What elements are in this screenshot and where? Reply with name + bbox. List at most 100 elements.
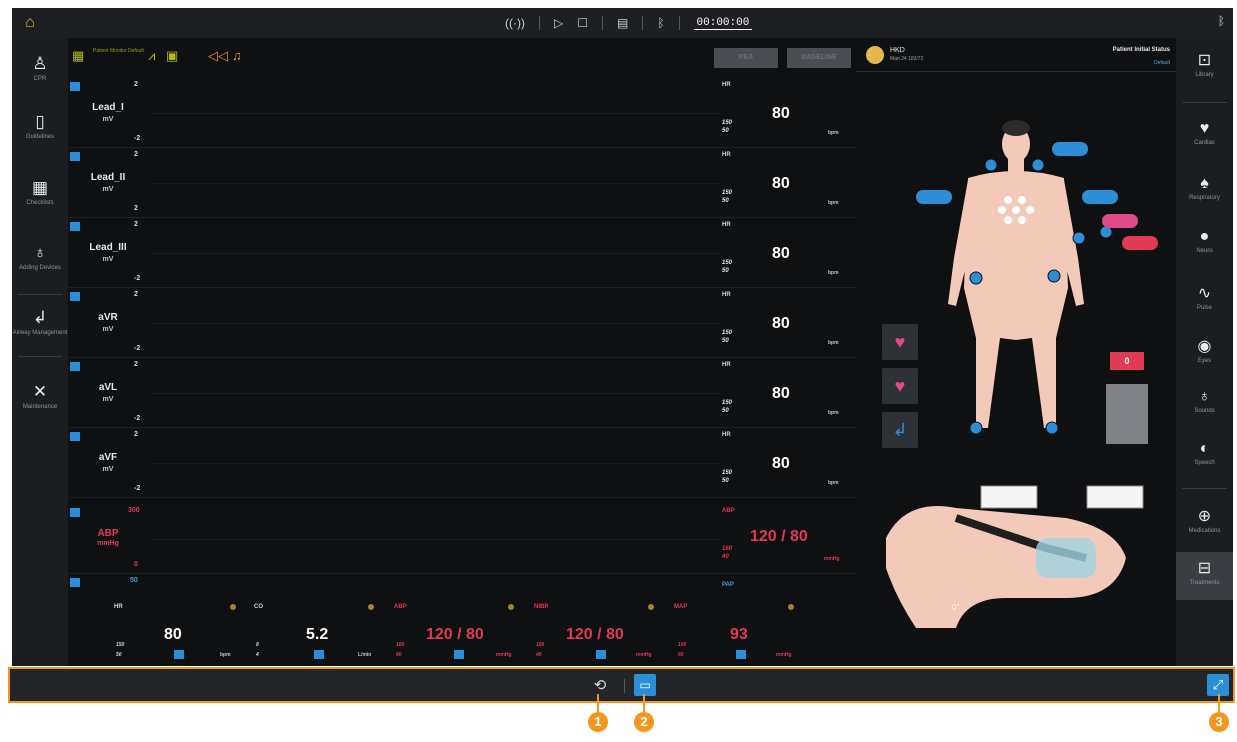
sidebar-item-adding-devices[interactable]: ♁ Adding Devices [12,243,68,272]
lane-settings-button[interactable] [70,578,80,587]
scale-top: 2 [134,291,138,298]
alarm-audio-icon[interactable]: ◁◁ [208,48,228,64]
body-figure[interactable] [856,108,1176,538]
session-timer: 00:00:00 [693,17,753,30]
lane-settings-button[interactable] [70,82,80,91]
lane-settings-button[interactable] [70,362,80,371]
param-settings-button[interactable] [314,650,324,659]
layout-icon[interactable]: ▦ [72,48,84,64]
param-label: HR [722,152,731,158]
sidebar-item-label: Airway Management [12,330,68,336]
speech-icon: ◐ [1199,440,1210,457]
expand-icon[interactable]: ⤢ [1207,674,1229,696]
numeric-icon[interactable]: ▣ [166,48,178,64]
ecg-lane: 2 aVR mV -2 HR 80 150 50 bpm [68,288,856,358]
param-value[interactable]: 120 / 80 [750,528,808,546]
lungs-icon: ♠ [1200,175,1209,192]
lane-name: Lead_I [92,102,124,113]
home-icon[interactable]: ⌂ [20,13,40,33]
param-value[interactable]: 80 [772,315,790,333]
bluetooth-icon[interactable]: ᛒ [657,16,664,30]
param-co[interactable]: CO 8 4 5.2 L/min [248,600,388,666]
cardiac-arrest-button[interactable]: ♥ [882,368,918,404]
bluetooth-status-icon: ᛒ [1217,14,1225,28]
save-icon[interactable]: ▤ [617,16,628,30]
param-value[interactable]: 80 [772,455,790,473]
message-icon[interactable]: ▭ [634,674,656,696]
sidebar-item-cardiac[interactable]: ♥ Cardiac [1176,120,1233,147]
stop-icon[interactable]: ☐ [577,16,588,30]
airway-tool-button[interactable]: ↲ [882,412,918,448]
sidebar-item-medications[interactable]: ⊕ Medications [1176,508,1233,535]
sidebar-item-treatments[interactable]: ⊟ Treatments [1176,552,1233,600]
waveform-baseline [150,113,720,114]
waveform-baseline [150,323,720,324]
waveform-baseline [150,393,720,394]
lane-settings-button[interactable] [70,292,80,301]
param-nibp[interactable]: NIBP 160 40 120 / 80 mmHg [528,600,668,666]
param-settings-button[interactable] [736,650,746,659]
signal-icon[interactable]: ((·)) [505,16,525,30]
patient-status-value[interactable]: Default [1154,60,1170,66]
sidebar-item-sounds[interactable]: ♁ Sounds [1176,388,1233,415]
param-map[interactable]: MAP 100 60 93 mmHg [668,600,808,666]
alarm-high: 150 [116,642,125,648]
sidebar-item-pulse[interactable]: ∿ Pulse [1176,285,1233,312]
sidebar-item-airway[interactable]: ↲ Airway Management [12,308,68,337]
param-value[interactable]: 80 [772,105,790,123]
alarm-high: 150 [722,330,733,336]
cpr-icon: ♙ [32,54,48,73]
lane-settings-button[interactable] [70,432,80,441]
param-settings-button[interactable] [596,650,606,659]
param-value[interactable]: 80 [772,245,790,263]
param-settings-button[interactable] [454,650,464,659]
sidebar-item-label: Respiratory [1189,195,1220,201]
waveform-baseline [150,253,720,254]
param-label: HR [722,362,731,368]
waveform-icon[interactable]: ⩘ [148,48,155,64]
sidebar-item-label: Treatments [1189,580,1220,586]
divider [601,16,603,30]
param-abp[interactable]: ABP 160 40 120 / 80 mmHg [388,600,528,666]
sidebar-item-label: Eyes [1197,358,1212,364]
sidebar-item-guidelines[interactable]: ▯ Guidelines [12,112,68,141]
alarm-high: 150 [722,400,733,406]
param-unit: bpm [828,200,839,206]
param-label: ABP [722,508,735,514]
lane-settings-button[interactable] [70,222,80,231]
sidebar-item-maintenance[interactable]: ✕ Maintenance [12,382,68,411]
param-value[interactable]: 80 [772,175,790,193]
param-hr[interactable]: HR 150 50 80 bpm [108,600,248,666]
sidebar-item-cpr[interactable]: ♙ CPR [12,54,68,83]
play-icon[interactable]: ▷ [554,16,563,30]
sidebar-divider [18,294,62,295]
sidebar-item-label: Guidelines [25,134,55,140]
sidebar-item-neuro[interactable]: ● Neuro [1176,228,1233,255]
history-icon[interactable]: ⟲ [590,676,610,696]
defibrillation-button[interactable]: ♥ [882,324,918,360]
sidebar-item-checklists[interactable]: ▦ Checklists [12,178,68,207]
param-value[interactable]: 80 [772,385,790,403]
abp-lane: 300 ABP mmHg 0 ABP 120 / 80 160 40 mmHg [68,504,856,574]
alarm-high: 150 [722,190,733,196]
lane-settings-button[interactable] [70,152,80,161]
sidebar-item-library[interactable]: ⊡ Library [1176,52,1233,79]
sidebar-item-label: Maintenance [22,404,58,410]
callout-line [597,694,599,712]
waveform-baseline [150,539,720,540]
lane-settings-button[interactable] [70,508,80,517]
sidebar-divider [1182,102,1227,103]
alarm-bell-icon[interactable]: ♫ [232,48,242,63]
sidebar-item-speech[interactable]: ◐ Speech [1176,440,1233,467]
pressure-gauge[interactable] [1106,384,1148,444]
alarm-high: 150 [722,120,733,126]
alarm-indicator [648,604,654,610]
lane-name: Lead_III [89,242,127,253]
param-unit: bpm [828,480,839,486]
sidebar-item-respiratory[interactable]: ♠ Respiratory [1176,175,1233,202]
baseline-button[interactable]: BASELINE [787,48,851,68]
pea-button[interactable]: PEA [714,48,778,68]
sidebar-item-eyes[interactable]: ◉ Eyes [1176,338,1233,365]
param-settings-button[interactable] [174,650,184,659]
airway-illustration[interactable]: 0° [886,478,1156,628]
